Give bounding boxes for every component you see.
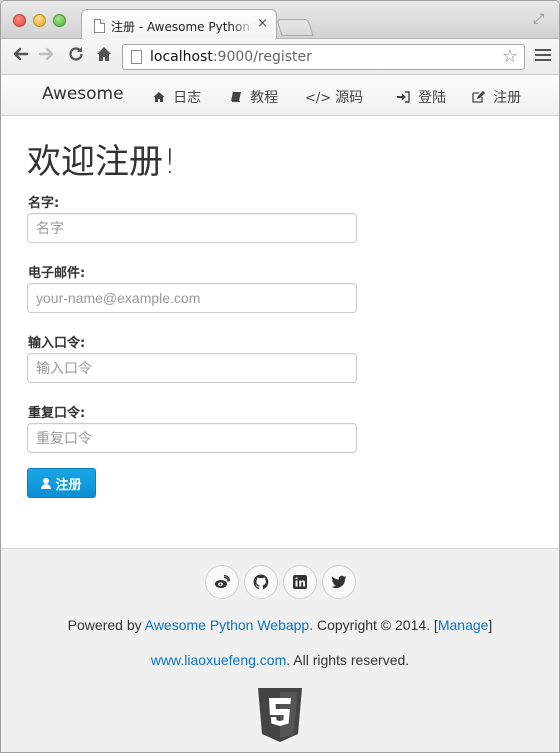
password-label: 输入口令: xyxy=(28,336,86,351)
twitter-button[interactable] xyxy=(322,565,356,599)
address-bar[interactable]: localhost:9000/register ☆ xyxy=(122,44,525,70)
name-input[interactable] xyxy=(27,213,357,243)
browser-tab[interactable]: 注册 - Awesome Python Webapp × xyxy=(81,9,277,40)
nav-item-blog[interactable]: 日志 xyxy=(153,87,201,107)
password-input[interactable] xyxy=(27,353,357,383)
manage-link[interactable]: Manage xyxy=(438,617,489,633)
minimize-window-button[interactable] xyxy=(33,14,46,27)
book-icon xyxy=(230,91,246,106)
footer-powered-by: Powered by Awesome Python Webapp. Copyri… xyxy=(1,617,559,633)
bracket-close: ] xyxy=(488,617,493,633)
nav-label: 日志 xyxy=(173,90,202,106)
nav-item-tutorial[interactable]: 教程 xyxy=(230,87,278,107)
nav-label: 登陆 xyxy=(418,90,447,106)
fullscreen-icon[interactable]: ⤢ xyxy=(533,11,549,27)
home-icon[interactable] xyxy=(95,45,113,69)
nav-item-register[interactable]: 注册 xyxy=(472,87,521,107)
linkedin-button[interactable] xyxy=(283,565,317,599)
close-window-button[interactable] xyxy=(13,14,26,27)
page-viewport: Awesome 日志 教程 </> 源码 登陆 注册 欢迎注册! 名字: 名字 … xyxy=(1,76,559,752)
code-icon: </> xyxy=(305,91,332,106)
user-icon xyxy=(41,477,52,489)
register-button[interactable]: 注册 xyxy=(27,468,96,498)
rights-text: . All rights reserved. xyxy=(286,652,410,668)
home-icon xyxy=(153,91,169,106)
github-icon xyxy=(253,574,269,590)
reload-icon[interactable] xyxy=(67,45,85,69)
weibo-icon xyxy=(215,574,230,588)
webapp-link[interactable]: Awesome Python Webapp xyxy=(145,617,309,633)
url-path: :9000/register xyxy=(212,49,312,65)
footer-site: www.liaoxuefeng.com. All rights reserved… xyxy=(1,652,559,668)
hamburger-menu-icon[interactable] xyxy=(535,49,551,63)
back-arrow-icon[interactable] xyxy=(11,45,29,69)
nav-label: 注册 xyxy=(493,90,522,106)
nav-item-source[interactable]: </> 源码 xyxy=(305,87,363,107)
linkedin-icon xyxy=(293,575,307,589)
edit-icon xyxy=(472,91,489,106)
url-host: localhost xyxy=(150,49,213,65)
zoom-window-button[interactable] xyxy=(53,14,66,27)
site-brand[interactable]: Awesome xyxy=(42,84,124,104)
address-url[interactable]: localhost:9000/register xyxy=(150,49,312,65)
powered-prefix: Powered by xyxy=(67,617,145,633)
document-icon xyxy=(94,19,105,33)
nav-label: 源码 xyxy=(335,90,364,106)
email-label: 电子邮件: xyxy=(28,266,86,281)
site-link[interactable]: www.liaoxuefeng.com xyxy=(151,652,286,668)
register-button-label: 注册 xyxy=(55,476,82,492)
browser-toolbar: localhost:9000/register ☆ xyxy=(1,39,559,75)
twitter-icon xyxy=(331,575,347,589)
site-navbar: Awesome 日志 教程 </> 源码 登陆 注册 xyxy=(1,76,559,116)
page-icon xyxy=(131,50,142,64)
sign-in-icon xyxy=(397,91,414,106)
nav-label: 教程 xyxy=(250,90,279,106)
tab-title: 注册 - Awesome Python Webapp xyxy=(111,20,256,34)
github-button[interactable] xyxy=(244,565,278,599)
page-title: 欢迎注册! xyxy=(27,142,177,182)
name-label: 名字: xyxy=(28,196,60,211)
weibo-button[interactable] xyxy=(205,565,239,599)
forward-arrow-icon[interactable] xyxy=(38,45,56,69)
page-footer: Powered by Awesome Python Webapp. Copyri… xyxy=(1,548,559,752)
copyright-text: . Copyright © 2014. [ xyxy=(309,617,438,633)
html5-logo-icon xyxy=(258,688,302,742)
nav-item-login[interactable]: 登陆 xyxy=(397,87,446,107)
tab-close-icon[interactable]: × xyxy=(257,17,268,31)
password-confirm-input[interactable] xyxy=(27,423,357,453)
bookmark-star-icon[interactable]: ☆ xyxy=(502,46,518,67)
email-input[interactable] xyxy=(27,283,357,313)
browser-window: 注册 - Awesome Python Webapp × ⤢ localhost… xyxy=(0,0,560,753)
new-tab-button[interactable] xyxy=(276,19,314,36)
tab-strip: 注册 - Awesome Python Webapp × ⤢ xyxy=(1,1,559,40)
password-confirm-label: 重复口令: xyxy=(28,406,86,421)
